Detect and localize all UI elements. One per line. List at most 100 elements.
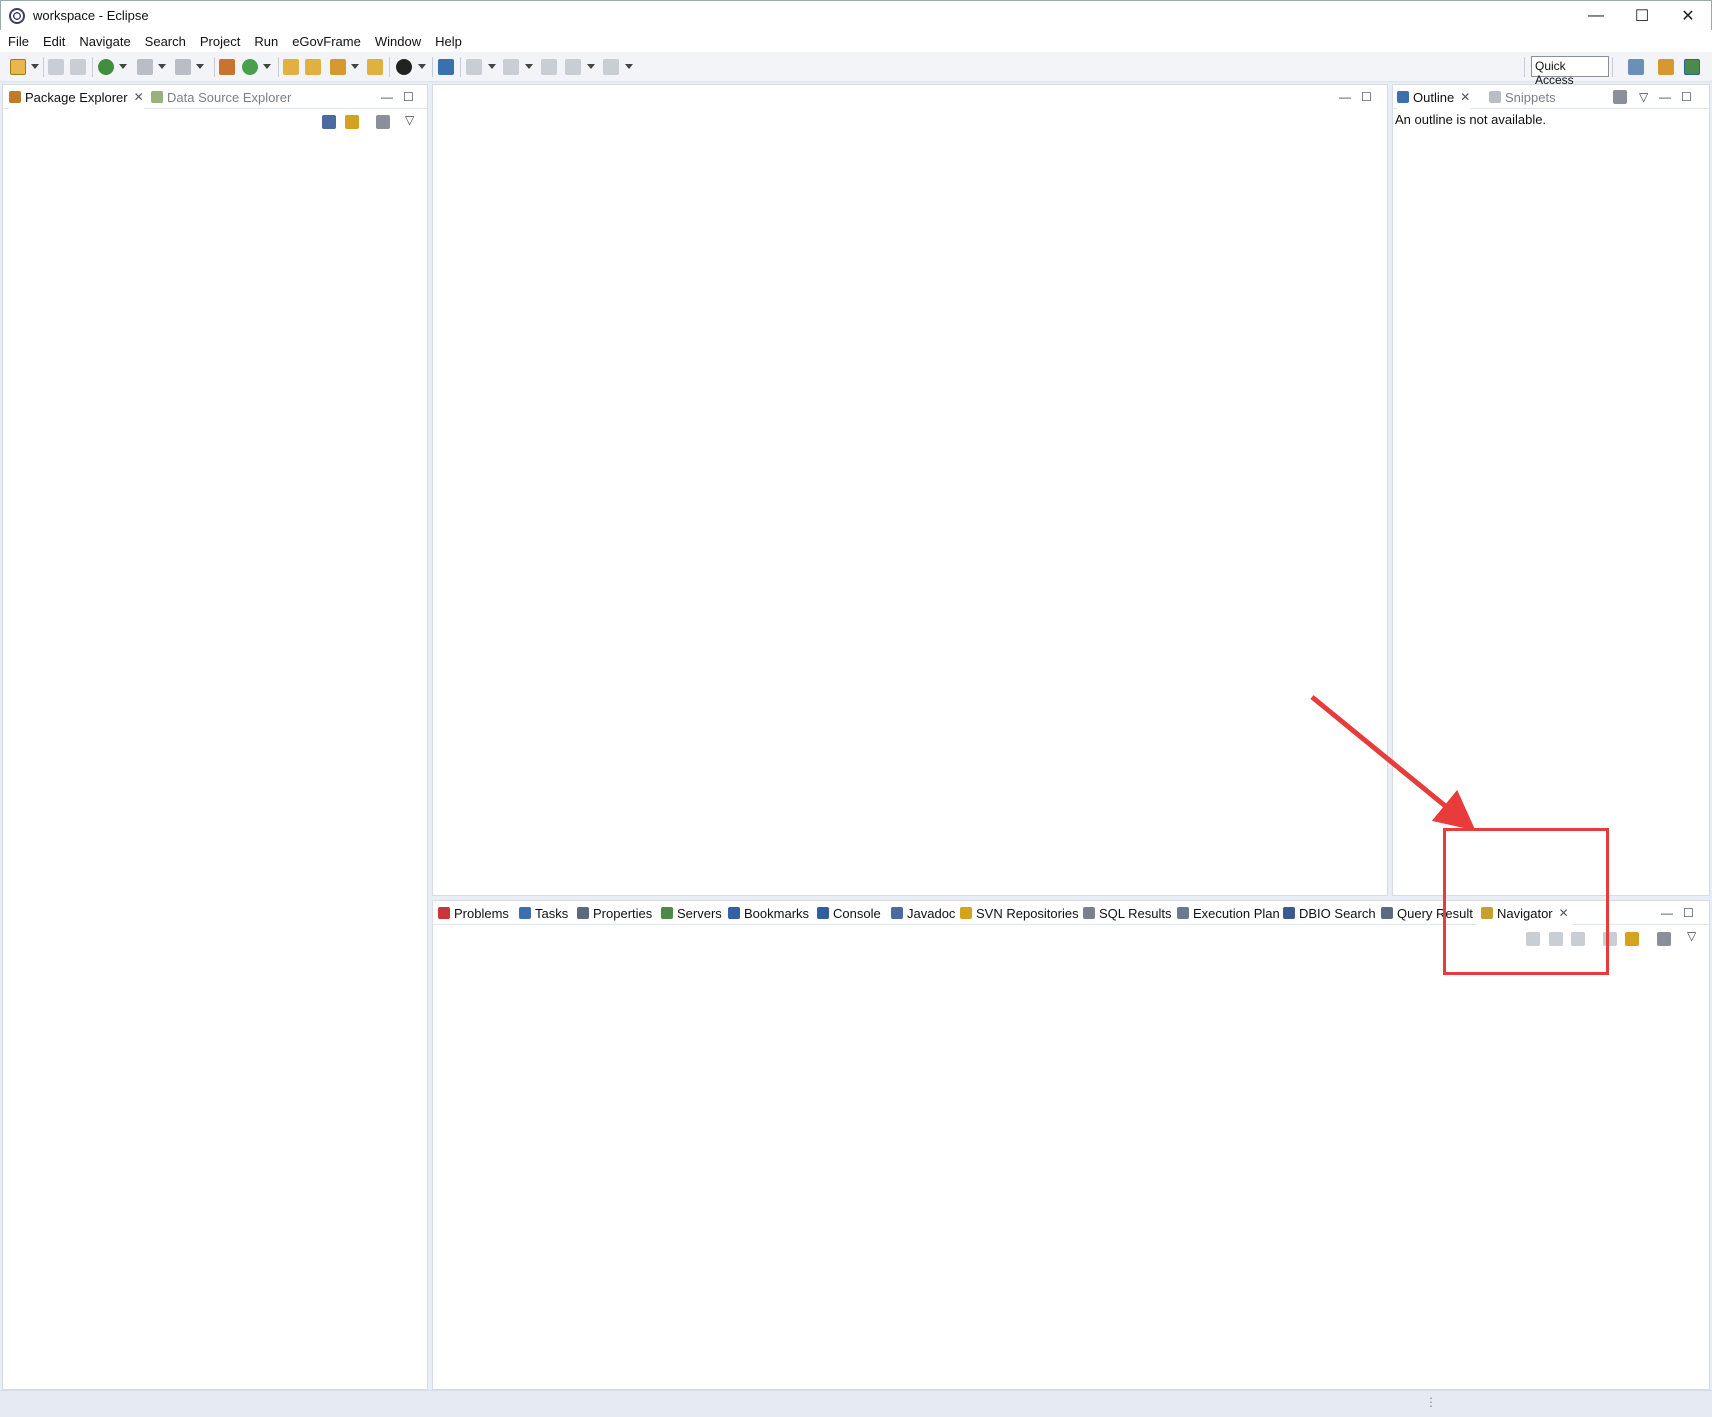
prev-annotation-icon[interactable] [503,59,519,75]
tab-console[interactable]: Console [817,901,881,925]
tab-bookmarks[interactable]: Bookmarks [728,901,809,925]
minimize-view-icon[interactable]: — [1661,906,1673,920]
last-edit-icon[interactable] [541,59,557,75]
search-tool-dropdown-icon[interactable] [351,64,359,69]
minimize-view-icon[interactable]: — [381,90,393,104]
new-dropdown-icon[interactable] [31,64,39,69]
focus-icon[interactable] [376,115,390,129]
annotation-highlight-box [1443,828,1609,975]
monitor-icon[interactable] [438,59,454,75]
tab-package-explorer[interactable]: Package Explorer ✕ [9,85,144,109]
stop-dropdown-icon[interactable] [158,64,166,69]
next-annotation-dropdown-icon[interactable] [488,64,496,69]
debug-icon[interactable] [98,59,114,75]
tab-servers[interactable]: Servers [661,901,722,925]
menu-window[interactable]: Window [375,34,421,49]
view-menu-icon[interactable]: ▽ [1687,929,1696,943]
menu-file[interactable]: File [8,34,29,49]
prev-annotation-dropdown-icon[interactable] [525,64,533,69]
tab-problems[interactable]: Problems [438,901,509,925]
package-explorer-panel: Package Explorer ✕ Data Source Explorer … [2,84,428,1390]
new-icon[interactable] [10,59,26,75]
view-menu-icon[interactable]: ▽ [1639,90,1648,104]
sql-results-icon [1083,907,1095,919]
external-tools-dropdown-icon[interactable] [196,64,204,69]
snippets-icon [1489,91,1501,103]
status-bar: ⋮ [0,1390,1712,1417]
execution-plan-icon [1177,907,1189,919]
close-button[interactable]: ✕ [1665,1,1711,31]
tab-data-source-explorer[interactable]: Data Source Explorer [151,85,291,109]
menu-search[interactable]: Search [145,34,186,49]
menu-project[interactable]: Project [200,34,240,49]
tab-sql-results[interactable]: SQL Results [1083,901,1172,925]
tasks-icon [519,907,531,919]
collapse-all-icon[interactable] [322,115,336,129]
editor-minimize-icon[interactable]: — [1339,90,1351,104]
menu-run[interactable]: Run [254,34,278,49]
stop-icon[interactable] [137,59,153,75]
tab-execution-plan[interactable]: Execution Plan [1177,901,1280,925]
query-result-icon [1381,907,1393,919]
quick-access-input[interactable]: Quick Access [1531,56,1609,87]
tab-dbio-search[interactable]: DBIO Search [1283,901,1376,925]
dbio-search-icon [1283,907,1295,919]
maximize-view-icon[interactable]: ☐ [403,90,414,104]
editor-area[interactable]: — ☐ [432,84,1388,896]
problems-icon [438,907,450,919]
external-tools-icon[interactable] [175,59,191,75]
outline-panel: Outline ✕ Snippets ▽ — ☐ An outline is n… [1392,84,1710,896]
eclipse-icon [9,7,25,24]
open-resource-icon[interactable] [305,59,321,75]
package-icon[interactable] [219,59,235,75]
menu-bar: File Edit Navigate Search Project Run eG… [0,30,1712,52]
outline-message: An outline is not available. [1395,112,1547,127]
back-dropdown-icon[interactable] [587,64,595,69]
menu-help[interactable]: Help [435,34,462,49]
minimize-button[interactable]: — [1573,1,1619,31]
java-perspective-icon[interactable] [1658,59,1674,75]
maximize-button[interactable]: ☐ [1619,1,1665,31]
run-dropdown-icon[interactable] [263,64,271,69]
maximize-view-icon[interactable]: ☐ [1681,90,1692,104]
back-icon[interactable] [565,59,581,75]
perspective-icon[interactable] [396,59,412,75]
link-with-editor-icon[interactable] [345,115,359,129]
maximize-view-icon[interactable]: ☐ [1683,906,1694,920]
forward-icon[interactable] [603,59,619,75]
right-panel-header: Outline ✕ Snippets ▽ — ☐ [1393,85,1709,109]
folder-icon[interactable] [367,59,383,75]
link-with-editor-icon[interactable] [1625,932,1639,946]
bookmarks-icon [728,907,740,919]
debug-dropdown-icon[interactable] [119,64,127,69]
focus-icon[interactable] [1657,932,1671,946]
tab-outline[interactable]: Outline ✕ [1397,85,1471,109]
javadoc-icon [891,907,903,919]
editor-maximize-icon[interactable]: ☐ [1361,90,1372,104]
view-menu-icon[interactable]: ▽ [405,113,414,127]
close-tab-icon[interactable]: ✕ [1460,90,1470,104]
minimize-view-icon[interactable]: — [1659,90,1671,104]
properties-icon [577,907,589,919]
open-perspective-icon[interactable] [1628,59,1644,75]
tab-svn-repositories[interactable]: SVN Repositories [960,901,1079,925]
egov-perspective-icon[interactable] [1684,59,1700,75]
close-tab-icon[interactable]: ✕ [134,90,144,104]
perspective-dropdown-icon[interactable] [418,64,426,69]
next-annotation-icon[interactable] [466,59,482,75]
open-type-icon[interactable] [283,59,299,75]
tab-javadoc[interactable]: Javadoc [891,901,955,925]
menu-edit[interactable]: Edit [43,34,65,49]
title-bar: workspace - Eclipse — ☐ ✕ [0,0,1712,30]
menu-egovframe[interactable]: eGovFrame [292,34,361,49]
save-all-icon[interactable] [70,59,86,75]
tab-tasks[interactable]: Tasks [519,901,568,925]
save-icon[interactable] [48,59,64,75]
tab-properties[interactable]: Properties [577,901,652,925]
forward-dropdown-icon[interactable] [625,64,633,69]
run-icon[interactable] [242,59,258,75]
menu-navigate[interactable]: Navigate [79,34,130,49]
focus-icon[interactable] [1613,90,1627,104]
tab-snippets[interactable]: Snippets [1489,85,1556,109]
search-tool-icon[interactable] [330,59,346,75]
